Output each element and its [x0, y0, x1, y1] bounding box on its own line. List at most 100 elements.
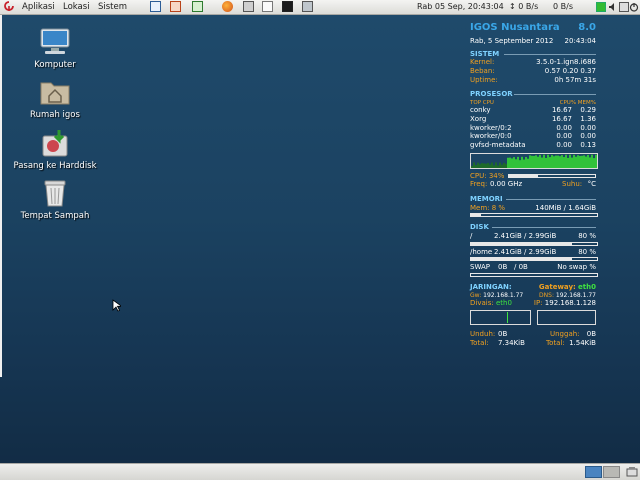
desktop-icon-komputer[interactable]: Komputer — [10, 27, 100, 70]
mem-value: 140MiB / 1.64GiB — [535, 203, 596, 212]
workspace-1[interactable] — [585, 466, 602, 478]
uptime-label: Uptime: — [470, 75, 498, 84]
calculator-icon[interactable] — [243, 1, 254, 12]
cpu-graph-bar — [575, 156, 577, 168]
net-monitor[interactable]: ↕ 0 B/s — [509, 1, 538, 13]
cpu-graph-bar — [505, 163, 507, 168]
cpu-graph-bar — [513, 156, 515, 168]
cpu-graph-bar — [543, 154, 545, 168]
section-sistem: SISTEM — [470, 50, 598, 59]
cpu-graph-bar — [497, 165, 499, 168]
process-mem: 0.00 — [580, 123, 596, 132]
total-down-label: Total: — [470, 338, 489, 347]
cpu-graph-bar — [561, 154, 563, 168]
cpu-label: CPU: 34% — [470, 171, 505, 180]
beban-value: 0.57 0.20 0.37 — [544, 67, 596, 76]
unggah-value: 0B — [586, 329, 596, 338]
battery-icon[interactable] — [596, 2, 606, 12]
cpu-graph-bar — [559, 155, 561, 168]
swap-label: SWAP — [470, 263, 490, 272]
cpu-graph-bar — [519, 159, 521, 168]
ip-label: IP: — [533, 299, 543, 308]
menu-lokasi[interactable]: Lokasi — [63, 1, 90, 13]
gateway-label: Gateway: — [538, 283, 576, 292]
suhu-value: °C — [587, 180, 596, 189]
kernel-row: Kernel: 3.5.0-1.ign8.i686 — [470, 58, 598, 67]
section-jaringan: JARINGAN: Gateway: eth0 — [470, 283, 598, 292]
desktop-icon-rumah[interactable]: Rumah igos — [10, 77, 100, 120]
process-mem: 0.13 — [580, 140, 596, 149]
workspace-2[interactable] — [603, 466, 620, 478]
download-graph-spike — [507, 311, 508, 323]
mem-bar — [470, 213, 598, 218]
desktop-icon-label: Komputer — [34, 60, 76, 70]
screenshot-icon[interactable] — [302, 1, 313, 12]
cpu-graph-bar — [539, 154, 541, 168]
presentation-icon[interactable] — [170, 1, 181, 12]
net-monitor-icon: ↕ — [509, 2, 516, 11]
show-desktop-icon[interactable] — [626, 466, 638, 478]
cpu-graph-bar — [595, 154, 597, 168]
freq-label: Freq: — [470, 180, 488, 189]
disk-list: /2.41GiB / 2.99GiB 80 %/home 2.41GiB / 2.9… — [470, 232, 598, 262]
spreadsheet-icon[interactable] — [192, 1, 203, 12]
conky-header: IGOS Nusantara 8.0 — [470, 22, 598, 37]
net-up: 0 B/s — [553, 2, 573, 11]
cpu-graph-bar — [485, 163, 487, 168]
desktop-icon-sampah[interactable]: Tempat Sampah — [10, 178, 100, 221]
ip-value: 192.168.1.128 — [544, 299, 596, 308]
disk-percent: 80 % — [578, 232, 596, 240]
disk-row: / 2.41GiB / 2.99GiB 80 % — [470, 232, 598, 241]
display-icon[interactable] — [619, 2, 629, 12]
conky-monitor: IGOS Nusantara 8.0 Rab, 5 September 2012… — [470, 22, 598, 347]
cpu-graph-bar — [577, 154, 579, 168]
section-header: MEMORI — [470, 194, 503, 203]
firefox-icon[interactable] — [222, 1, 233, 12]
desktop-icon-label: Rumah igos — [30, 110, 80, 120]
cpu-graph-bar — [483, 163, 485, 168]
desktop-icon-label: Tempat Sampah — [20, 211, 90, 221]
cpu-graph-bar — [541, 157, 543, 168]
app-menu-icon[interactable] — [4, 1, 14, 12]
conky-time: 20:43:04 — [564, 37, 596, 45]
menu-aplikasi[interactable]: Aplikasi — [22, 1, 55, 13]
swap-row: SWAP 0B / 0B No swap % — [470, 263, 598, 272]
text-editor-icon[interactable] — [262, 1, 273, 12]
menu-sistem[interactable]: Sistem — [98, 1, 127, 13]
top-panel: Aplikasi Lokasi Sistem Rab 05 Sep, 20:43… — [0, 0, 640, 15]
total-down-value: 7.34KiB — [498, 338, 525, 347]
section-header: JARINGAN: — [470, 283, 512, 292]
gw-label: Gw: — [470, 291, 482, 299]
volume-icon[interactable] — [608, 2, 618, 12]
cpu-graph-bar — [487, 162, 489, 168]
disk-percent: 80 % — [578, 247, 596, 256]
unduh-row: Unduh: 0B Unggah: 0B — [470, 330, 598, 339]
disk-used: 2.41GiB / 2.99GiB — [494, 232, 557, 240]
power-icon[interactable] — [629, 2, 639, 12]
terminal-icon[interactable] — [282, 1, 293, 12]
panel-clock[interactable]: Rab 05 Sep, 20:43:04 — [417, 1, 504, 13]
process-name: kworker/0:0 — [470, 132, 512, 141]
cpu-graph-bar — [521, 156, 523, 168]
cpu-graph-bar — [517, 156, 519, 168]
gw-value: 192.168.1.77 — [483, 291, 524, 299]
unggah-label: Unggah: — [550, 329, 580, 338]
cpu-graph-bar — [569, 154, 571, 168]
cpu-graph-bar — [495, 161, 497, 168]
desktop-icon-pasang[interactable]: Pasang ke Harddisk — [10, 128, 100, 171]
kernel-label: Kernel: — [470, 58, 495, 67]
conky-title: IGOS Nusantara — [470, 22, 560, 33]
beban-label: Beban: — [470, 67, 495, 76]
cpu-graph-bar — [551, 154, 553, 168]
cpu-graph-bar — [531, 155, 533, 168]
cpu-graph-bar — [499, 162, 501, 168]
swap-bar — [470, 273, 598, 278]
cpu-graph-bar — [549, 156, 551, 168]
conky-date: Rab, 5 September 2012 — [470, 37, 554, 45]
process-cpu: 0.00 — [556, 140, 572, 149]
cpu-graph-bar — [587, 154, 589, 168]
process-row: kworker/0:0 0.00 0.00 — [470, 132, 598, 141]
cpu-graph-bar — [533, 155, 535, 168]
cpu-bar-wrap — [508, 173, 596, 178]
document-icon[interactable] — [150, 1, 161, 12]
